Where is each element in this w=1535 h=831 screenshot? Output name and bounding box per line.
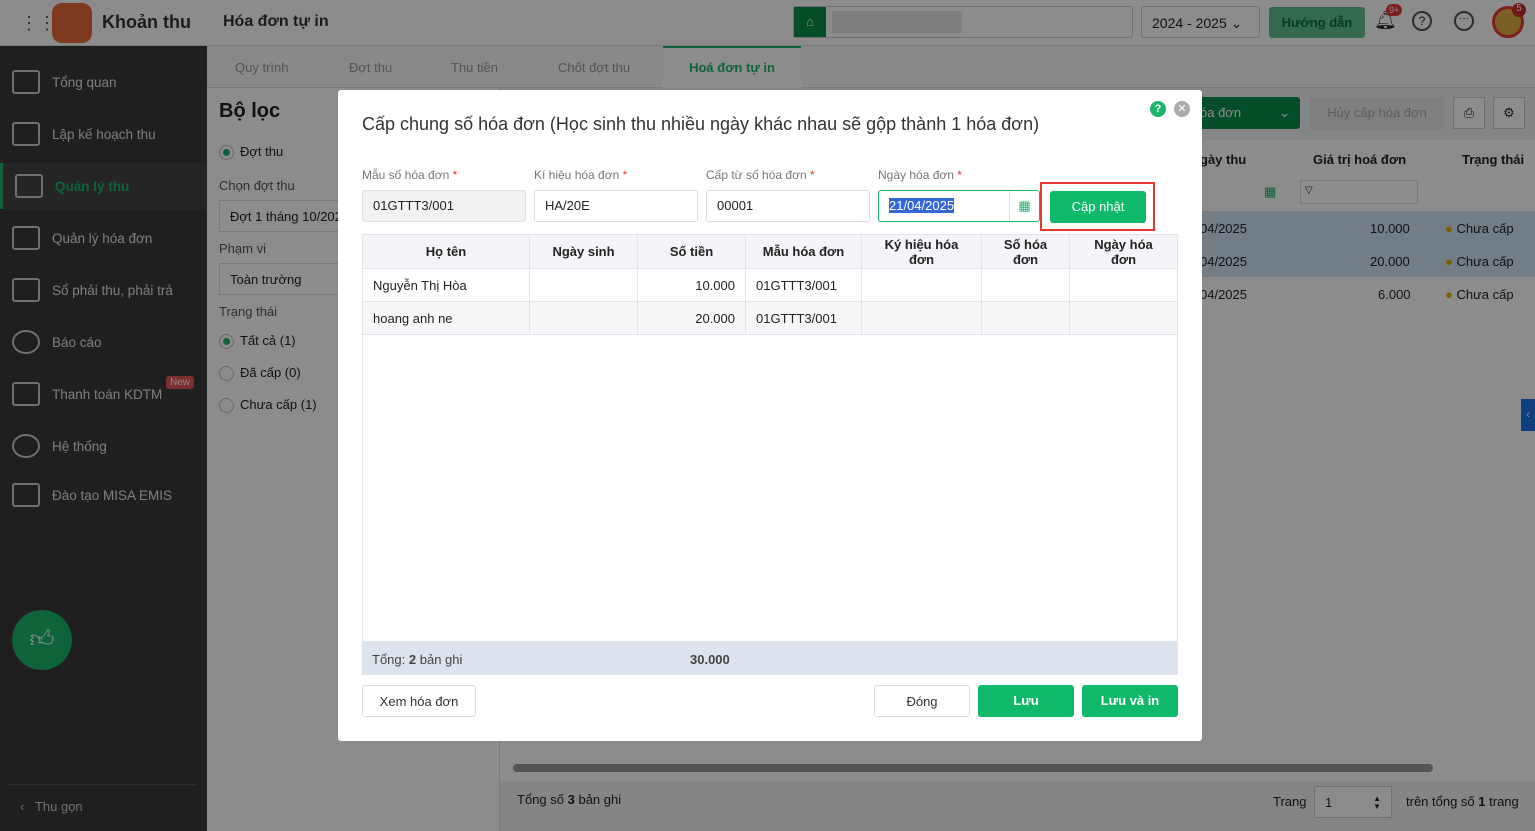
modal-required_mark: * [957, 168, 962, 182]
modal-fields-3-value: 21/04/2025 [889, 198, 955, 213]
calendar-icon[interactable]: ▦ [1009, 191, 1039, 221]
modal-headers-6: Ngày hóa đơn [1069, 234, 1178, 269]
modal-rows-1-2: 20.000 [637, 301, 746, 335]
modal-required_mark: * [622, 168, 628, 182]
save-button[interactable]: Lưu [978, 685, 1074, 717]
modal-rows-0-3: 01GTTT3/001 [745, 268, 862, 302]
modal-rows-1-0: hoang anh ne [362, 301, 530, 335]
modal-rows-0-2: 10.000 [637, 268, 746, 302]
modal-required_mark: * [809, 168, 815, 182]
modal-fields-1-label: Kí hiệu hóa đơn [534, 168, 620, 182]
invoice-grid: Họ tên Ngày sinh Số tiền Mẫu hóa đơn Ký hiệu… [362, 234, 1178, 335]
modal-headers-0: Họ tên [362, 234, 530, 269]
modal-rows-0-0: Nguyễn Thị Hòa [362, 268, 530, 302]
invoice-date-field[interactable]: 21/04/2025 ▦ [878, 190, 1040, 222]
grid-footer: Tổng: 2 bản ghi 30.000 [362, 642, 1178, 675]
table-row[interactable]: hoang anh ne 20.000 01GTTT3/001 [362, 301, 1178, 335]
issue-invoice-number-dialog: Cấp chung số hóa đơn (Học sinh thu nhiều… [338, 90, 1202, 741]
modal-footer_count: 2 [408, 652, 417, 667]
invoice-template-field[interactable]: 01GTTT3/001 [362, 190, 526, 222]
start-number-field[interactable]: 00001 [706, 190, 870, 222]
update-button[interactable]: Cập nhật [1050, 191, 1146, 223]
modal-fields-2-label: Cấp từ số hóa đơn [706, 168, 807, 182]
modal-footer_label: Tổng: [372, 652, 406, 667]
dialog-title: Cấp chung số hóa đơn (Học sinh thu nhiều… [362, 114, 1040, 134]
modal-fields-0-label: Mẫu số hóa đơn [362, 168, 450, 182]
help-icon[interactable]: ? [1150, 101, 1166, 117]
modal-headers-2: Số tiền [637, 234, 746, 269]
table-row[interactable]: Nguyễn Thị Hòa 10.000 01GTTT3/001 [362, 268, 1178, 302]
save-and-print-button[interactable]: Lưu và in [1082, 685, 1178, 717]
modal-headers-3: Mẫu hóa đơn [745, 234, 862, 269]
modal-headers-1: Ngày sinh [529, 234, 638, 269]
modal-headers-4: Ký hiệu hóa đơn [861, 234, 982, 269]
modal-footer_suffix: bản ghi [419, 652, 463, 667]
modal-fields-3-label: Ngày hóa đơn [878, 168, 954, 182]
modal-required_mark: * [452, 168, 458, 182]
modal-headers-5: Số hóa đơn [981, 234, 1070, 269]
modal-rows-1-3: 01GTTT3/001 [745, 301, 862, 335]
close-button[interactable]: Đóng [874, 685, 970, 717]
close-icon[interactable]: ✕ [1174, 101, 1190, 117]
invoice-symbol-field[interactable]: HA/20E [534, 190, 698, 222]
view-invoice-button[interactable]: Xem hóa đơn [362, 685, 476, 717]
footer-total: 30.000 [690, 652, 730, 667]
